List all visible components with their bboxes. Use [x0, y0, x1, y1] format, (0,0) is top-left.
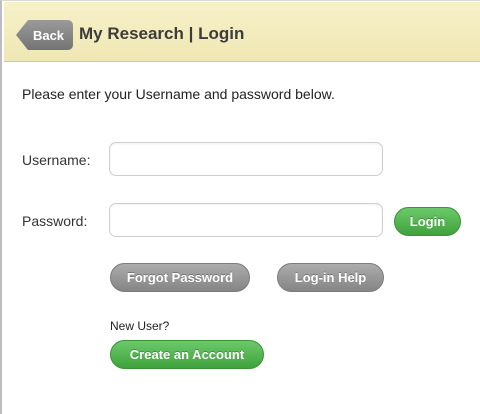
back-button-label: Back: [32, 27, 65, 43]
create-account-label: Create an Account: [129, 347, 245, 362]
back-button[interactable]: Back: [16, 20, 73, 50]
new-user-prompt: New User?: [110, 319, 170, 333]
login-page: Back My Research | Login Please enter yo…: [0, 0, 480, 414]
forgot-password-label: Forgot Password: [126, 270, 234, 285]
username-label: Username:: [22, 152, 91, 168]
username-input[interactable]: [109, 142, 383, 176]
login-button-label: Login: [409, 214, 446, 229]
create-account-button[interactable]: Create an Account: [110, 340, 264, 369]
login-help-label: Log-in Help: [294, 270, 367, 285]
password-label: Password:: [22, 213, 88, 229]
page-title: My Research | Login: [79, 24, 245, 43]
page-header: Back My Research | Login: [4, 2, 480, 62]
login-help-button[interactable]: Log-in Help: [277, 263, 384, 292]
login-instruction: Please enter your Username and password …: [22, 86, 335, 102]
forgot-password-button[interactable]: Forgot Password: [110, 263, 250, 292]
login-button[interactable]: Login: [394, 207, 461, 236]
password-input[interactable]: [109, 203, 383, 237]
